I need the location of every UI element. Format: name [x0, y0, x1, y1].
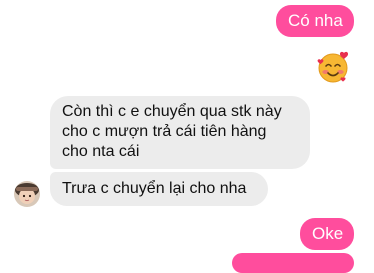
avatar[interactable]: [14, 181, 40, 207]
sent-message-bubble[interactable]: Có nha: [276, 5, 354, 37]
received-message-bubble[interactable]: Trưa c chuyển lại cho nha: [50, 172, 268, 206]
received-message-bubble[interactable]: Còn thì c e chuyển qua stk này cho c mượ…: [50, 96, 310, 169]
message-text: Oke: [312, 224, 344, 243]
smiling-face-with-hearts-icon[interactable]: [316, 50, 350, 89]
message-text: Trưa c chuyển lại cho nha: [62, 180, 247, 197]
sent-message-bubble[interactable]: Oke: [300, 218, 354, 250]
message-line: cho nta cái: [62, 143, 140, 160]
message-text: Có nha: [288, 11, 343, 30]
sent-message-bubble-partial[interactable]: [232, 253, 354, 273]
message-line: cho c mượn trả cái tiên hàng: [62, 123, 267, 140]
message-line: Còn thì c e chuyển qua stk này: [62, 103, 282, 120]
